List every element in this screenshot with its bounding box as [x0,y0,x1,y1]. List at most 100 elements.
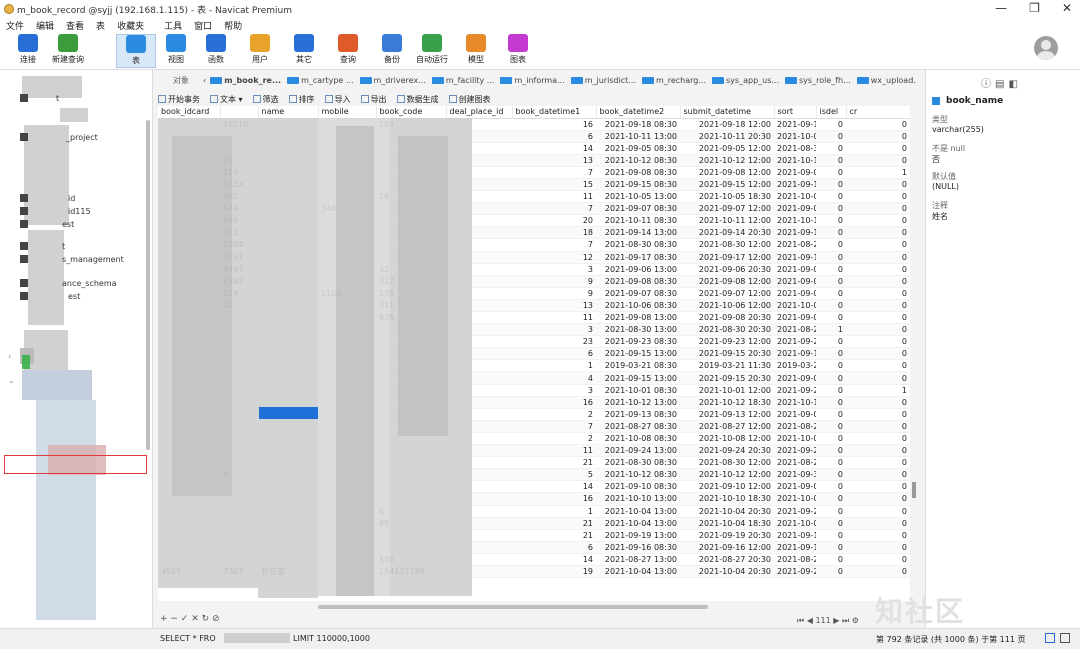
table-cell[interactable]: 0 [846,214,910,228]
table-cell[interactable]: 2021-10-06 12:00 [680,299,774,313]
table-cell[interactable]: 0 [846,553,910,566]
text-mode-button[interactable]: 文本 ▾ [210,94,243,105]
table-cell[interactable]: 2021-09-14 20:30 [680,226,774,240]
begin-transaction-button[interactable]: 开始事务 [158,94,200,105]
object-tab[interactable]: m_driverex... [359,76,426,85]
table-cell[interactable]: 2021-10-11 08:30 [596,214,680,228]
form-view-icon[interactable] [1060,633,1070,643]
table-cell[interactable]: 2021-10-08 08:30 [596,432,680,446]
table-cell[interactable]: 2021-08-27 20:30 [680,553,774,566]
table-cell[interactable]: 6 [512,130,596,143]
object-tab[interactable]: m_cartype ... [287,76,354,85]
table-cell[interactable]: 2021-08-30 08:30 [596,238,680,252]
table-cell[interactable]: 0 [846,130,910,143]
table-cell[interactable]: 0 [846,371,910,385]
table-cell[interactable]: 2021-09-17 12:00 [680,251,774,264]
table-cell[interactable]: 0 [816,492,846,506]
table-cell[interactable]: 0 [846,480,910,494]
table-cell[interactable]: 0 [816,517,846,530]
tree-db-item[interactable]: ance_schema [20,279,117,291]
table-cell[interactable]: 6 [512,347,596,361]
table-cell[interactable]: 2021-09-16 10:23:11 [774,118,816,131]
data-generation-button[interactable]: 数据生成 [396,94,439,105]
maximize-button[interactable]: ❐ [1029,1,1040,15]
table-cell[interactable]: 16 [512,492,596,506]
table-cell[interactable]: 2021-08-26 10:03:39 [774,553,816,566]
table-cell[interactable]: 2021-10-04 18:30 [680,517,774,530]
table-cell[interactable]: 3 [512,384,596,397]
object-tab[interactable]: m_informa... [500,76,565,85]
table-cell[interactable]: 2021-09-29 13:56:53 [774,505,816,518]
tree-db-item[interactable]: s_management [20,255,124,267]
toolbar-connection-button[interactable]: 连接 [8,34,48,68]
table-cell[interactable]: 0 [846,275,910,288]
table-cell[interactable]: 2021-10-11 12:00 [680,214,774,228]
menu-file[interactable]: 文件 [6,19,24,32]
table-cell[interactable]: 2021-09-07 08:30 [596,287,680,300]
toolbar-other-button[interactable]: 其它 [284,34,324,68]
expand-arrow-icon[interactable]: › [8,352,11,361]
highlighted-tree-item[interactable] [4,455,147,474]
import-button[interactable]: 导入 [324,94,351,105]
table-cell[interactable]: 0 [846,505,910,518]
table-cell[interactable]: 0 [816,287,846,300]
table-cell[interactable]: 0 [816,311,846,325]
toolbar-backup-button[interactable]: 备份 [372,34,412,68]
table-cell[interactable]: 3 [512,263,596,276]
table-cell[interactable]: 21 [512,456,596,470]
table-cell[interactable]: 14 [512,480,596,494]
table-cell[interactable]: 2021-09-13 08:30 [596,408,680,421]
table-cell[interactable]: 0 [816,263,846,276]
menu-table[interactable]: 表 [96,19,105,32]
grid-horizontal-scrollbar[interactable] [318,605,708,609]
table-cell[interactable]: 0 [846,408,910,421]
table-cell[interactable]: 2021-08-30 13:00 [596,323,680,337]
menu-help[interactable]: 帮助 [224,19,242,32]
object-tab[interactable]: sys_role_fh... [785,76,851,85]
table-cell[interactable]: 2021-10-11 14:08:00 [774,154,816,167]
table-cell[interactable]: 20 [512,214,596,228]
table-cell[interactable]: 2021-09-13 09:49:18 [774,541,816,554]
table-cell[interactable]: 2021-10-01 08:30 [596,384,680,397]
selected-cell[interactable] [259,407,318,419]
table-cell[interactable]: 2021-09-04 15:42:25 [774,166,816,179]
table-cell[interactable]: 2021-09-15 20:30 [680,347,774,361]
table-cell[interactable]: 2021-09-07 23:58:08 [774,408,816,421]
table-cell[interactable]: 0 [846,335,910,349]
table-cell[interactable]: 2021-09-18 12:00 [680,118,774,131]
table-cell[interactable]: 1 [816,323,846,337]
table-cell[interactable]: 2021-10-05 21:52:41 [774,432,816,446]
table-cell[interactable]: 2021-09-22 08:46:41 [774,335,816,349]
table-cell[interactable]: 2021-09-08 13:00 [596,311,680,325]
table-cell[interactable]: 0 [846,444,910,458]
table-cell[interactable]: 2021-09-30 15:14:21 [774,468,816,482]
table-cell[interactable]: 0 [846,190,910,204]
table-cell[interactable]: 0 [846,226,910,240]
table-cell[interactable]: 2021-10-08 12:00 [680,432,774,446]
table-cell[interactable]: 2021-09-05 08:30 [596,142,680,155]
table-cell[interactable]: 1 [846,384,910,397]
table-cell[interactable]: 0 [846,359,910,373]
column-header[interactable]: book_idcard [158,106,221,119]
column-header[interactable]: book_datetime2 [596,106,681,119]
table-cell[interactable]: 2021-10-12 08:30 [596,468,680,482]
table-cell[interactable]: 21 [512,517,596,530]
menu-edit[interactable]: 编辑 [36,19,54,32]
table-cell[interactable]: 2021-10-11 13:00 [596,130,680,143]
table-cell[interactable]: 2021-09-08 08:30 [596,166,680,179]
table-cell[interactable]: 0 [816,335,846,349]
table-cell[interactable]: 0 [816,214,846,228]
table-cell[interactable]: 0 [816,130,846,143]
table-cell[interactable]: 2021-10-04 13:00 [596,565,680,579]
table-cell[interactable]: 21 [512,529,596,542]
table-cell[interactable]: 0 [816,251,846,264]
column-header[interactable]: name [258,106,319,119]
table-cell[interactable]: 1 [512,505,596,518]
toolbar-user-button[interactable]: 用户 [240,34,280,68]
table-cell[interactable]: 2021-08-31 00:25:21 [774,142,816,155]
table-cell[interactable]: 7 [512,238,596,252]
table-cell[interactable]: 0 [816,347,846,361]
table-cell[interactable]: 2021-09-17 19:10:39 [774,529,816,542]
create-chart-button[interactable]: 创建图表 [448,94,491,105]
table-cell[interactable]: 2021-09-16 12:00 [680,541,774,554]
